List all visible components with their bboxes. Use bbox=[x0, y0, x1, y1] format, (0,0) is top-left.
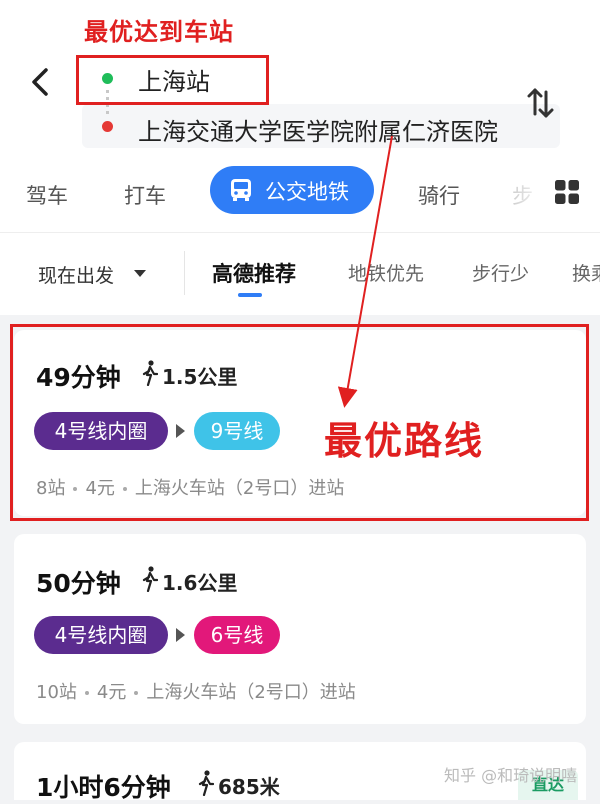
bus-icon bbox=[231, 179, 251, 201]
swap-icon[interactable] bbox=[526, 86, 554, 120]
mode-tab-transit-label: 公交地铁 bbox=[265, 180, 349, 204]
walking-person-icon bbox=[198, 770, 214, 796]
best-route-label: 最优路线 bbox=[324, 419, 485, 463]
route-meta: 10站 4元 上海火车站（2号口）进站 bbox=[36, 678, 356, 704]
walking-person-icon bbox=[142, 566, 158, 592]
entrance: 上海火车站（2号口）进站 bbox=[146, 682, 356, 703]
filter-tab-transfer[interactable]: 换乘 bbox=[572, 259, 600, 286]
walk-distance: 685米 bbox=[218, 775, 280, 799]
tabs-fade bbox=[510, 166, 550, 216]
line-badge: 6号线 bbox=[194, 616, 280, 654]
route-duration: 1小时6分钟 bbox=[36, 773, 171, 802]
mode-tab-transit[interactable]: 公交地铁 bbox=[210, 166, 374, 214]
destination-field[interactable]: 上海交通大学医学院附属仁济医院 bbox=[138, 112, 498, 147]
play-arrow-icon bbox=[176, 628, 185, 642]
route-duration: 50分钟 bbox=[36, 569, 121, 598]
depart-time-select[interactable]: 现在出发 bbox=[38, 261, 114, 288]
origin-highlight-box bbox=[76, 55, 269, 105]
route-card[interactable]: 50分钟 1.6公里 4号线内圈 6号线 10站 4元 上海火车站（2号口）进站 bbox=[14, 534, 586, 724]
destination-dot-icon bbox=[102, 121, 113, 132]
walk-distance: 1.6公里 bbox=[162, 571, 238, 595]
stop-count: 10站 bbox=[36, 682, 77, 703]
filter-tab-recommended[interactable]: 高德推荐 bbox=[212, 258, 296, 288]
caret-down-icon[interactable] bbox=[134, 270, 146, 277]
mode-tab-taxi[interactable]: 打车 bbox=[124, 180, 166, 210]
active-tab-underline bbox=[238, 293, 262, 297]
line-badge: 4号线内圈 bbox=[34, 616, 168, 654]
annotation-title: 最优达到车站 bbox=[84, 18, 234, 46]
filter-bar: 现在出发 高德推荐 地铁优先 步行少 换乘 bbox=[0, 232, 600, 315]
back-arrow-icon[interactable] bbox=[24, 62, 56, 102]
best-route-highlight-box bbox=[10, 324, 589, 521]
fare: 4元 bbox=[96, 682, 127, 703]
watermark: 知乎 @和琦说明嘻 bbox=[444, 766, 578, 785]
divider bbox=[184, 251, 185, 295]
grid-menu-icon[interactable] bbox=[554, 179, 580, 205]
filter-tab-less-walk[interactable]: 步行少 bbox=[472, 259, 529, 286]
mode-tab-ride[interactable]: 骑行 bbox=[418, 180, 460, 210]
mode-tab-drive[interactable]: 驾车 bbox=[26, 180, 68, 210]
filter-tab-metro-first[interactable]: 地铁优先 bbox=[348, 259, 424, 286]
